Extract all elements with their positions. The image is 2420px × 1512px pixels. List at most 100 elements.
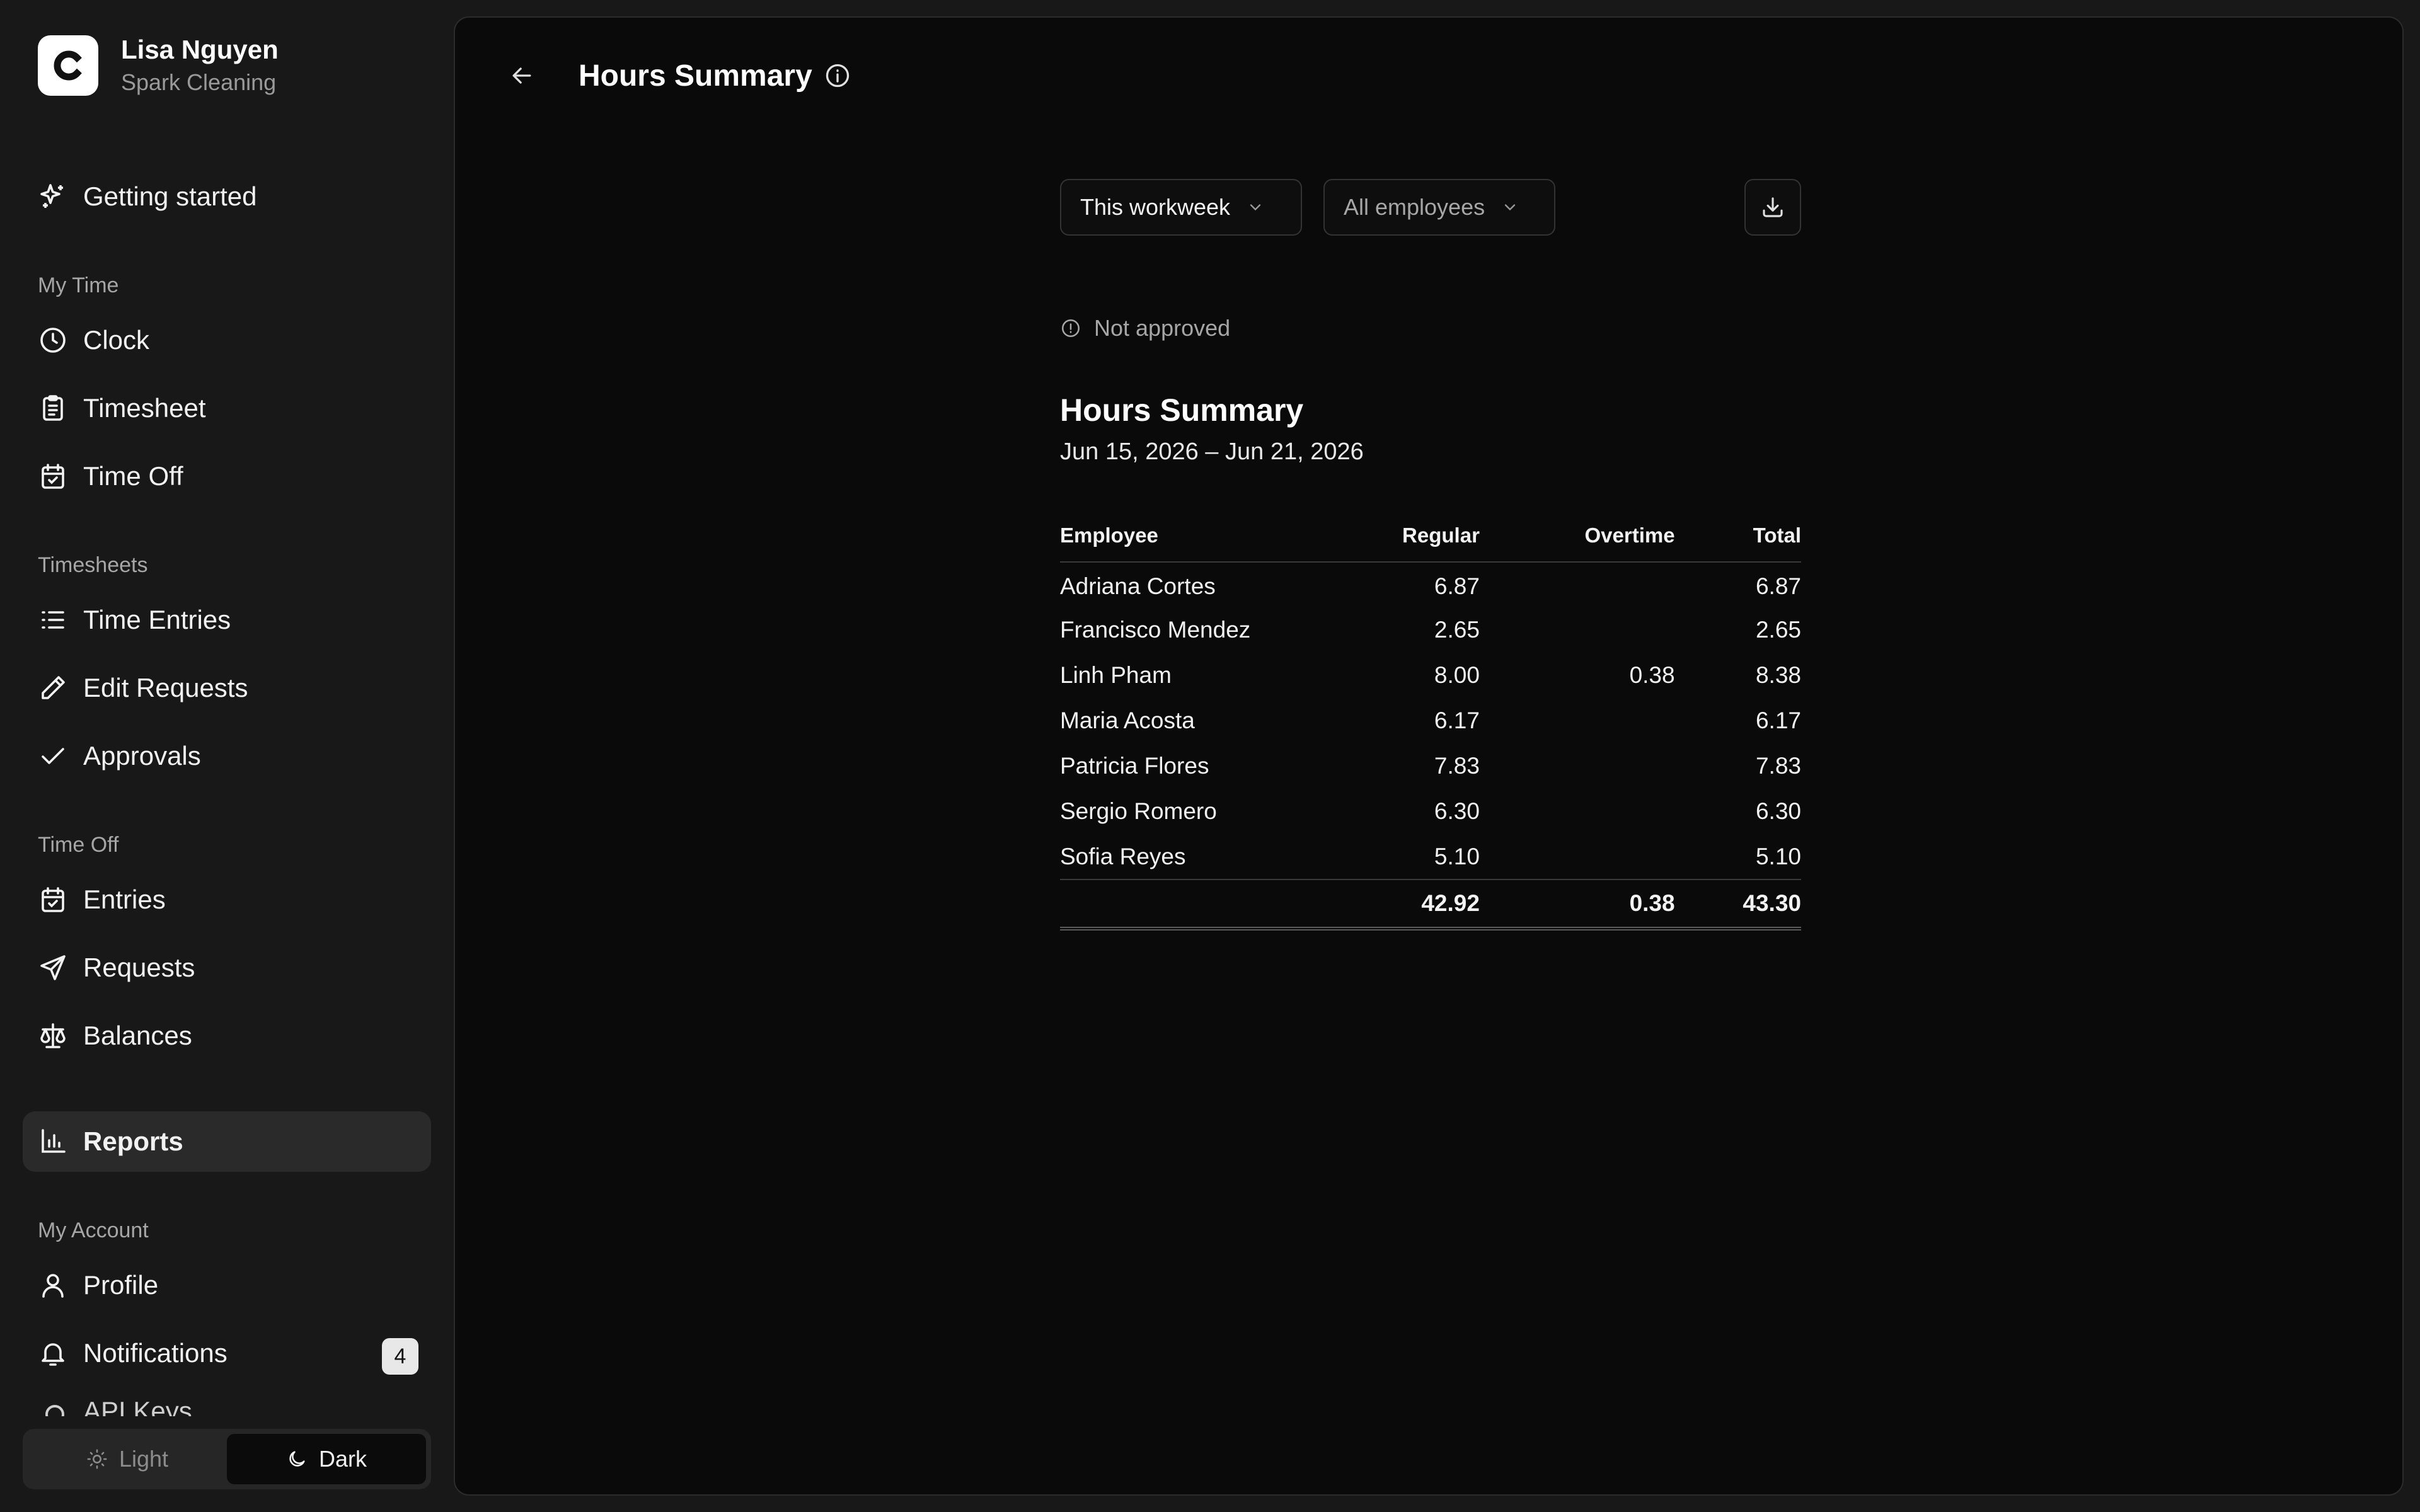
total-cell: 5.10 (1755, 843, 1801, 869)
scale-icon (38, 1021, 68, 1051)
total-cell: 6.17 (1755, 707, 1801, 733)
nav-time-off-entries[interactable]: Entries (23, 869, 431, 930)
nav-label: Timesheet (83, 393, 206, 423)
table-row: Patricia Flores 7.83 7.83 (1060, 743, 1801, 789)
nav-label: API Keys (83, 1400, 192, 1416)
section-my-account: My Account (38, 1218, 149, 1242)
column-header-overtime[interactable]: Overtime (1479, 509, 1675, 563)
nav-notifications[interactable]: Notifications 4 (23, 1323, 431, 1383)
nav-label: Reports (83, 1126, 183, 1156)
main-panel: Hours Summary This workweek All employee… (454, 16, 2404, 1496)
total-overtime-cell: 0.38 (1479, 879, 1675, 931)
pencil-icon (38, 673, 68, 703)
report-title: Hours Summary (1060, 392, 1304, 428)
approval-status: Not approved (1060, 315, 1230, 341)
nav-time-entries[interactable]: Time Entries (23, 590, 431, 650)
nav-timesheet[interactable]: Timesheet (23, 378, 431, 438)
approval-status-text: Not approved (1094, 315, 1231, 341)
user-icon (38, 1270, 68, 1300)
column-header-total[interactable]: Total (1674, 509, 1801, 563)
send-icon (38, 953, 68, 983)
total-cell: 8.38 (1755, 662, 1801, 688)
chevron-down-icon (1250, 204, 1261, 211)
nav-label: Time Entries (83, 605, 231, 634)
theme-light-button[interactable]: Light (28, 1434, 227, 1484)
nav-clipped-item[interactable]: API Keys (38, 1400, 416, 1416)
overtime-cell (1480, 562, 1675, 607)
nav-time-off-requests[interactable]: Requests (23, 937, 431, 998)
download-icon (1763, 197, 1783, 217)
hours-table: Employee Regular Overtime Total Adriana … (1060, 509, 1801, 931)
column-header-regular[interactable]: Regular (1312, 509, 1480, 563)
total-regular-cell: 42.92 (1312, 879, 1480, 931)
overtime-cell (1480, 743, 1675, 789)
nav-label: Notifications (83, 1338, 228, 1368)
totals-row: 42.92 0.38 43.30 (1060, 879, 1801, 931)
nav-label: Approvals (83, 741, 201, 770)
theme-dark-label: Dark (318, 1446, 367, 1472)
section-timesheets: Timesheets (38, 553, 148, 577)
page-header: Hours Summary (503, 57, 851, 94)
regular-cell: 8.00 (1434, 662, 1480, 688)
bell-icon (38, 1338, 68, 1368)
nav-label: Profile (83, 1270, 159, 1300)
employee-cell: Sofia Reyes (1060, 843, 1186, 869)
sparkles-icon (38, 181, 68, 212)
table-row: Francisco Mendez 2.65 2.65 (1060, 607, 1801, 653)
nav-getting-started[interactable]: Getting started (23, 166, 431, 227)
nav-reports[interactable]: Reports (23, 1111, 431, 1172)
employees-select[interactable]: All employees (1323, 179, 1555, 236)
nav-balances[interactable]: Balances (23, 1005, 431, 1066)
employee-cell: Sergio Romero (1060, 798, 1217, 824)
nav-approvals[interactable]: Approvals (23, 726, 431, 786)
clipboard-icon (38, 393, 68, 423)
report-date-range: Jun 15, 2026 – Jun 21, 2026 (1060, 438, 1364, 465)
overtime-cell (1480, 698, 1675, 743)
account-switcher[interactable]: Lisa Nguyen Spark Cleaning (38, 33, 279, 98)
regular-cell: 6.17 (1434, 707, 1480, 733)
company-logo (38, 35, 98, 96)
back-button[interactable] (503, 57, 541, 94)
total-cell: 7.83 (1755, 753, 1801, 779)
notifications-count-badge: 4 (382, 1338, 418, 1375)
total-cell: 6.87 (1755, 573, 1801, 599)
column-header-employee[interactable]: Employee (1060, 509, 1312, 563)
overtime-cell: 0.38 (1629, 662, 1675, 688)
table-row: Linh Pham 8.00 0.38 8.38 (1060, 653, 1801, 698)
overtime-cell (1480, 607, 1675, 653)
regular-cell: 6.87 (1434, 573, 1480, 599)
employees-select-value: All employees (1344, 194, 1485, 220)
grand-total-cell: 43.30 (1674, 879, 1801, 931)
nav-profile[interactable]: Profile (23, 1255, 431, 1315)
totals-label-cell (1060, 879, 1312, 931)
user-name: Lisa Nguyen (121, 35, 279, 64)
nav-label: Time Off (83, 461, 183, 491)
employee-cell: Francisco Mendez (1060, 617, 1251, 643)
nav-edit-requests[interactable]: Edit Requests (23, 658, 431, 718)
theme-dark-button[interactable]: Dark (227, 1434, 426, 1484)
check-icon (38, 741, 68, 771)
key-icon (45, 1405, 64, 1416)
period-select-value: This workweek (1080, 194, 1231, 220)
moon-icon (289, 1451, 305, 1467)
download-button[interactable] (1744, 179, 1801, 236)
bar-chart-icon (38, 1126, 68, 1157)
employee-cell: Linh Pham (1060, 662, 1172, 688)
employee-cell: Maria Acosta (1060, 707, 1195, 733)
calendar-check-icon (38, 461, 68, 491)
nav-label: Getting started (83, 181, 257, 211)
section-my-time: My Time (38, 273, 119, 297)
nav-time-off[interactable]: Time Off (23, 446, 431, 507)
theme-light-label: Light (118, 1446, 169, 1472)
section-time-off: Time Off (38, 833, 119, 857)
regular-cell: 6.30 (1434, 798, 1480, 824)
company-name: Spark Cleaning (121, 69, 277, 95)
overtime-cell (1480, 834, 1675, 879)
chevron-down-icon (1504, 204, 1516, 211)
period-select[interactable]: This workweek (1060, 179, 1302, 236)
total-cell: 6.30 (1755, 798, 1801, 824)
info-icon[interactable] (824, 62, 851, 89)
list-icon (38, 605, 68, 635)
page-title: Hours Summary (579, 59, 812, 93)
nav-clock[interactable]: Clock (23, 310, 431, 370)
